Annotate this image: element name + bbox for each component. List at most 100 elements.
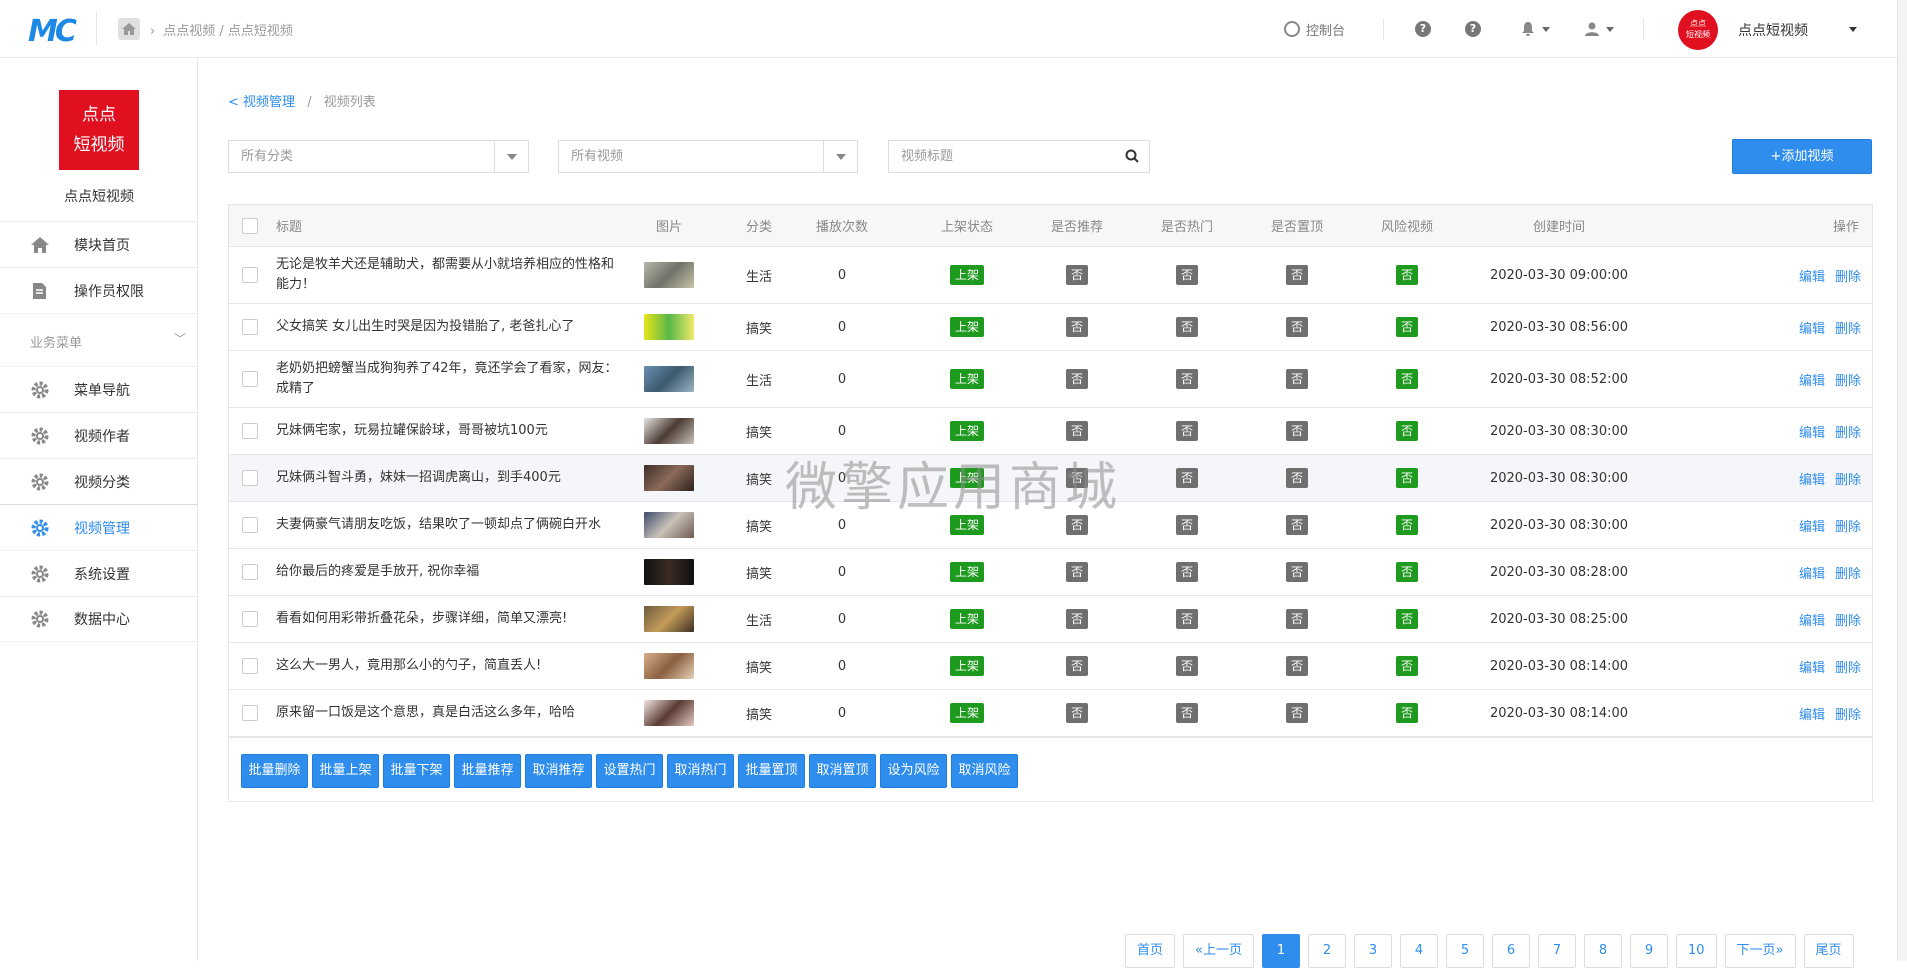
status-badge[interactable]: 上架 [949,421,984,441]
sidebar-item-video-authors[interactable]: 视频作者 [0,412,198,458]
row-checkbox[interactable] [242,408,258,454]
row-checkbox[interactable] [242,549,258,595]
hot-badge-cell[interactable]: 否 [1137,643,1237,689]
page-button[interactable]: 尾页 [1803,934,1854,968]
recommended-badge-cell[interactable]: 否 [1027,304,1127,350]
breadcrumb-back-icon[interactable]: < [228,95,239,110]
status-badge[interactable]: 上架 [949,562,984,582]
risk-badge[interactable]: 否 [1395,515,1418,535]
page-button[interactable]: 1 [1261,934,1300,968]
delete-link[interactable]: 删除 [1835,318,1861,337]
status-badge-cell[interactable]: 上架 [917,351,1017,407]
edit-link[interactable]: 编辑 [1799,563,1825,582]
pinned-badge-cell[interactable]: 否 [1247,502,1347,548]
notifications-dropdown[interactable] [1520,0,1550,58]
sidebar-item-module-home[interactable]: 模块首页 [0,221,198,267]
risk-badge-cell[interactable]: 否 [1357,690,1457,736]
account-name[interactable]: 点点短视频 [1738,20,1808,40]
hot-badge-cell[interactable]: 否 [1137,549,1237,595]
status-badge-cell[interactable]: 上架 [917,549,1017,595]
page-scrollbar[interactable] [1897,0,1907,961]
pinned-badge[interactable]: 否 [1285,515,1308,535]
risk-badge[interactable]: 否 [1395,468,1418,488]
risk-badge-cell[interactable]: 否 [1357,247,1457,303]
sidebar-item-menu-nav[interactable]: 菜单导航 [0,366,198,412]
table-row[interactable]: 无论是牧羊犬还是辅助犬，都需要从小就培养相应的性格和能力！ 生活 0 上架 否 … [229,247,1872,304]
pinned-badge-cell[interactable]: 否 [1247,690,1347,736]
bulk-action-button[interactable]: 批量推荐 [454,754,521,788]
page-button[interactable]: 3 [1353,934,1392,968]
hot-badge-cell[interactable]: 否 [1137,596,1237,642]
recommended-badge-cell[interactable]: 否 [1027,455,1127,501]
delete-link[interactable]: 删除 [1835,469,1861,488]
page-button[interactable]: 5 [1445,934,1484,968]
hot-badge-cell[interactable]: 否 [1137,351,1237,407]
hot-badge[interactable]: 否 [1175,421,1198,441]
page-button[interactable]: «上一页 [1183,934,1254,968]
pinned-badge[interactable]: 否 [1285,562,1308,582]
table-row[interactable]: 兄妹俩斗智斗勇，妹妹一招调虎离山，到手400元 搞笑 0 上架 否 否 否 否 … [229,455,1872,502]
sidebar-item-operator-permissions[interactable]: 操作员权限 [0,267,198,313]
row-thumbnail[interactable] [644,408,694,454]
pinned-badge-cell[interactable]: 否 [1247,549,1347,595]
delete-link[interactable]: 删除 [1835,370,1861,389]
home-icon[interactable] [118,18,140,40]
row-thumbnail[interactable] [644,247,694,303]
chevron-down-icon[interactable] [494,141,528,172]
pinned-badge[interactable]: 否 [1285,265,1308,285]
hot-badge-cell[interactable]: 否 [1137,247,1237,303]
delete-link[interactable]: 删除 [1835,563,1861,582]
bulk-action-button[interactable]: 设置热门 [596,754,663,788]
sidebar-item-data-center[interactable]: 数据中心 [0,596,198,642]
edit-link[interactable]: 编辑 [1799,704,1825,723]
row-checkbox[interactable] [242,596,258,642]
status-badge[interactable]: 上架 [949,369,984,389]
row-thumbnail[interactable] [644,596,694,642]
recommended-badge[interactable]: 否 [1065,265,1088,285]
table-row[interactable]: 兄妹俩宅家，玩易拉罐保龄球，哥哥被坑100元 搞笑 0 上架 否 否 否 否 2… [229,408,1872,455]
help-button-1[interactable]: ? [1415,0,1431,58]
page-button[interactable]: 7 [1537,934,1576,968]
risk-badge-cell[interactable]: 否 [1357,596,1457,642]
breadcrumb-parent[interactable]: 视频管理 [243,95,295,110]
recommended-badge-cell[interactable]: 否 [1027,596,1127,642]
page-button[interactable]: 4 [1399,934,1438,968]
page-button[interactable]: 2 [1307,934,1346,968]
row-checkbox[interactable] [242,455,258,501]
status-badge-cell[interactable]: 上架 [917,455,1017,501]
hot-badge[interactable]: 否 [1175,656,1198,676]
pinned-badge-cell[interactable]: 否 [1247,455,1347,501]
risk-badge[interactable]: 否 [1395,703,1418,723]
recommended-badge[interactable]: 否 [1065,562,1088,582]
status-badge-cell[interactable]: 上架 [917,502,1017,548]
video-select[interactable]: 所有视频 [558,140,858,173]
top-breadcrumb-text[interactable]: 点点视频 / 点点短视频 [163,24,293,39]
row-checkbox[interactable] [242,690,258,736]
account-caret-icon[interactable] [1849,27,1857,32]
recommended-badge[interactable]: 否 [1065,317,1088,337]
status-badge-cell[interactable]: 上架 [917,643,1017,689]
delete-link[interactable]: 删除 [1835,266,1861,285]
table-row[interactable]: 看看如何用彩带折叠花朵，步骤详细，简单又漂亮! 生活 0 上架 否 否 否 否 … [229,596,1872,643]
hot-badge-cell[interactable]: 否 [1137,502,1237,548]
edit-link[interactable]: 编辑 [1799,266,1825,285]
pinned-badge-cell[interactable]: 否 [1247,304,1347,350]
delete-link[interactable]: 删除 [1835,704,1861,723]
pinned-badge[interactable]: 否 [1285,369,1308,389]
risk-badge[interactable]: 否 [1395,317,1418,337]
chevron-down-icon[interactable] [823,141,857,172]
table-row[interactable]: 给你最后的疼爱是手放开, 祝你幸福 搞笑 0 上架 否 否 否 否 2020-0… [229,549,1872,596]
row-checkbox[interactable] [242,304,258,350]
recommended-badge-cell[interactable]: 否 [1027,408,1127,454]
risk-badge-cell[interactable]: 否 [1357,351,1457,407]
table-row[interactable]: 原来留一口饭是这个意思，真是白活这么多年，哈哈 搞笑 0 上架 否 否 否 否 … [229,690,1872,737]
recommended-badge[interactable]: 否 [1065,468,1088,488]
risk-badge-cell[interactable]: 否 [1357,643,1457,689]
recommended-badge[interactable]: 否 [1065,656,1088,676]
risk-badge-cell[interactable]: 否 [1357,455,1457,501]
pinned-badge[interactable]: 否 [1285,703,1308,723]
hot-badge[interactable]: 否 [1175,562,1198,582]
risk-badge-cell[interactable]: 否 [1357,408,1457,454]
table-row[interactable]: 这么大一男人，竟用那么小的勺子，简直丢人! 搞笑 0 上架 否 否 否 否 20… [229,643,1872,690]
recommended-badge-cell[interactable]: 否 [1027,549,1127,595]
